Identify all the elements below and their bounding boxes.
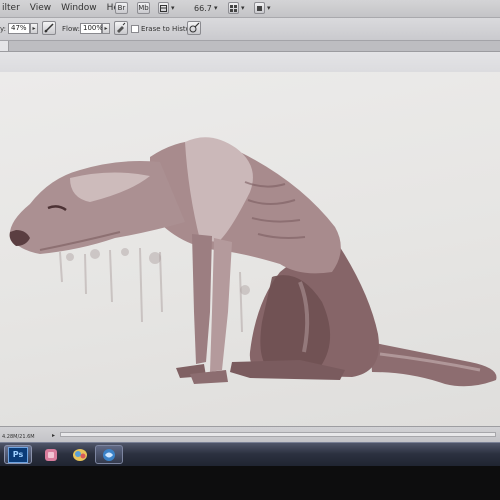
screen-mode-chevron-icon[interactable]: ▾: [267, 0, 271, 16]
flow-input[interactable]: 100%: [80, 23, 103, 34]
document-size-readout[interactable]: 4.28M/21.6M: [2, 434, 35, 440]
opacity-label: y:: [0, 25, 6, 33]
monitor-bezel: [0, 466, 500, 500]
erase-to-history-checkbox[interactable]: [131, 25, 139, 33]
airbrush-icon[interactable]: [114, 21, 128, 35]
flow-label: Flow:: [62, 25, 80, 33]
opacity-input[interactable]: 47%: [8, 23, 30, 34]
taskbar-explorer-button[interactable]: [95, 445, 123, 464]
explorer-icon: [103, 448, 115, 461]
menu-view[interactable]: View: [30, 0, 51, 17]
tablet-size-icon[interactable]: [187, 21, 201, 35]
launch-mini-bridge-button[interactable]: Mb: [137, 2, 150, 14]
options-bar: y: 47% ▸ Flow: 100% ▸ Erase to History: [0, 18, 500, 41]
taskbar-app-button[interactable]: [37, 445, 65, 464]
taskbar: Ps: [0, 442, 500, 467]
menu-bar: ilter View Window Help Br Mb ▾ 66.7 ▾ ▾ …: [0, 0, 500, 18]
workspace-top: [0, 52, 500, 72]
dog-painting: [9, 137, 497, 387]
horizontal-scrollbar[interactable]: [60, 432, 496, 437]
document-tab[interactable]: [0, 41, 9, 51]
zoom-chevron-icon[interactable]: ▾: [214, 0, 218, 16]
menu-window[interactable]: Window: [61, 0, 97, 17]
flow-slider-toggle[interactable]: ▸: [102, 23, 110, 34]
tablet-pressure-icon[interactable]: [42, 21, 56, 35]
taskbar-photoshop-button[interactable]: Ps: [4, 445, 32, 464]
document-canvas[interactable]: [0, 72, 500, 426]
view-extras-chevron-icon[interactable]: ▾: [171, 0, 175, 16]
colorful-app-icon: [73, 448, 87, 461]
status-menu-arrow-icon[interactable]: ▸: [52, 432, 55, 439]
opacity-slider-toggle[interactable]: ▸: [30, 23, 38, 34]
document-tab-strip: [0, 41, 500, 52]
arrange-chevron-icon[interactable]: ▾: [241, 0, 245, 16]
screen-mode-icon[interactable]: [254, 2, 265, 14]
zoom-level[interactable]: 66.7: [194, 0, 212, 17]
pink-app-icon: [45, 448, 57, 461]
view-extras-icon[interactable]: [158, 2, 169, 14]
arrange-documents-icon[interactable]: [228, 2, 239, 14]
photoshop-icon: Ps: [8, 446, 28, 463]
screen: ilter View Window Help Br Mb ▾ 66.7 ▾ ▾ …: [0, 0, 500, 500]
status-bar: 4.28M/21.6M ▸: [0, 426, 500, 443]
menu-filter[interactable]: ilter: [2, 0, 20, 17]
taskbar-app-button-2[interactable]: [66, 445, 94, 464]
launch-bridge-button[interactable]: Br: [115, 2, 128, 14]
